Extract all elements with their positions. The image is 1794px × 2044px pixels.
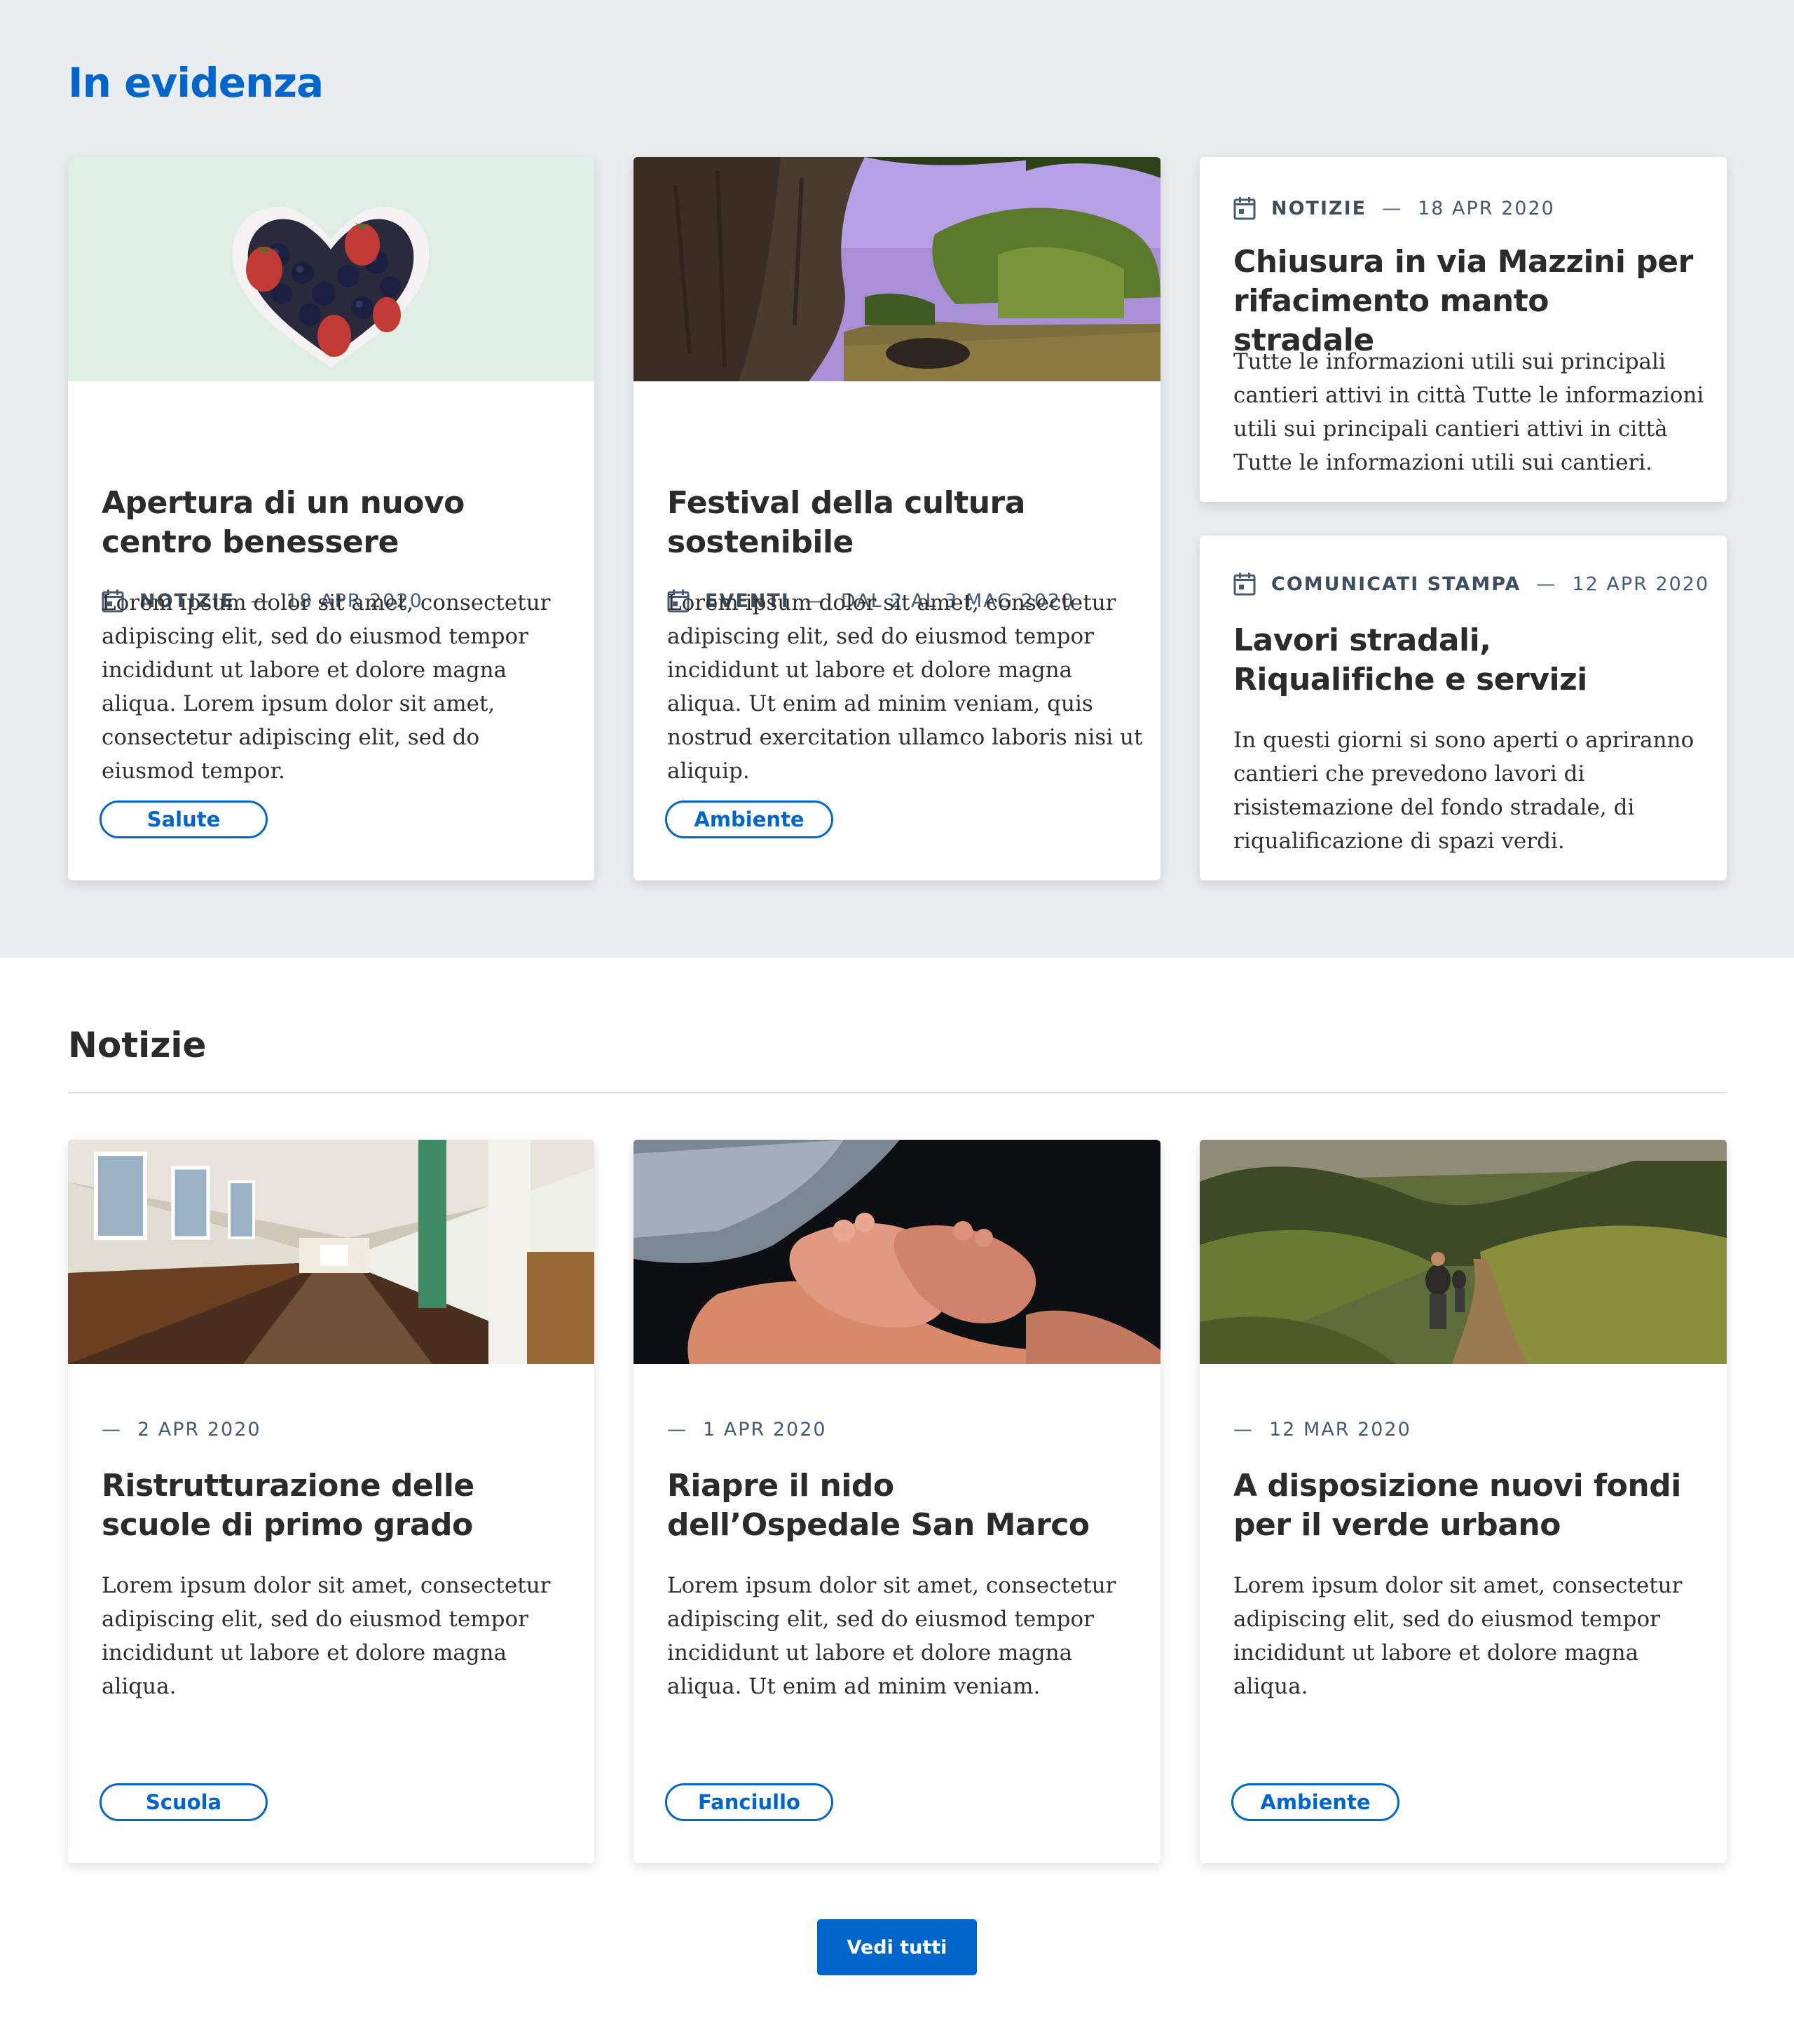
featured-section: In evidenza NOTIZIE — 18 APR 2020 Apertu…: [0, 0, 1794, 958]
card-image-berries: [68, 157, 594, 381]
meta-separator: —: [1536, 573, 1557, 595]
card-image-tree: [634, 157, 1160, 381]
card-text: Lorem ipsum dolor sit amet, consectetur …: [1233, 1573, 1683, 1699]
card-category[interactable]: NOTIZIE: [1271, 198, 1367, 219]
card-date: 12 APR 2020: [1572, 573, 1710, 595]
card-text: Lorem ipsum dolor sit amet, consectetur …: [102, 1573, 551, 1699]
card-meta: — 12 MAR 2020: [1233, 1419, 1411, 1440]
card-title[interactable]: Ristrutturazione delle scuole di primo g…: [102, 1466, 564, 1545]
calendar-icon: [1233, 573, 1256, 596]
card-image-school-corridor: [68, 1140, 594, 1364]
news-section-title: Notizie: [68, 1025, 207, 1065]
card-date: 18 APR 2020: [1418, 197, 1555, 219]
tag-chip-fanciullo[interactable]: Fanciullo: [665, 1783, 833, 1821]
card-title[interactable]: Festival della cultura sostenibile: [667, 484, 1130, 562]
card-title[interactable]: Apertura di un nuovo centro benessere: [102, 484, 564, 562]
card-meta: — 2 APR 2020: [102, 1419, 261, 1440]
news-card-green-funds[interactable]: — 12 MAR 2020 A disposizione nuovi fondi…: [1200, 1140, 1727, 1863]
card-text: Lorem ipsum dolor sit amet, consectetur …: [667, 1573, 1116, 1699]
calendar-icon: [1233, 197, 1256, 220]
card-image-hikers: [1200, 1140, 1727, 1364]
card-title[interactable]: Chiusura in via Mazzini per rifacimento …: [1233, 243, 1696, 360]
card-date: 1 APR 2020: [703, 1419, 827, 1440]
meta-separator: —: [1233, 1419, 1254, 1440]
meta-separator: —: [102, 1419, 122, 1440]
news-card-schools[interactable]: — 2 APR 2020 Ristrutturazione delle scuo…: [68, 1140, 594, 1863]
card-title[interactable]: A disposizione nuovi fondi per il verde …: [1233, 1466, 1696, 1545]
featured-card-road-works[interactable]: COMUNICATI STAMPA — 12 APR 2020 Lavori s…: [1200, 536, 1727, 880]
featured-card-wellness[interactable]: NOTIZIE — 18 APR 2020 Apertura di un nuo…: [68, 157, 594, 880]
card-meta: — 1 APR 2020: [667, 1419, 827, 1440]
meta-separator: —: [667, 1419, 687, 1440]
featured-card-festival[interactable]: EVENTI — DAL 2 AL 3 MAG 2020 Festival de…: [634, 157, 1160, 880]
view-all-button[interactable]: Vedi tutti: [817, 1919, 977, 1975]
card-date: 12 MAR 2020: [1269, 1419, 1411, 1440]
card-title[interactable]: Riapre il nido dell’Ospedale San Marco: [667, 1466, 1130, 1545]
card-meta: NOTIZIE — 18 APR 2020: [1233, 196, 1555, 220]
featured-card-road-closure[interactable]: NOTIZIE — 18 APR 2020 Chiusura in via Ma…: [1200, 157, 1727, 502]
card-meta: COMUNICATI STAMPA — 12 APR 2020: [1233, 572, 1709, 596]
section-divider: [68, 1092, 1727, 1093]
news-card-nursery[interactable]: — 1 APR 2020 Riapre il nido dell’Ospedal…: [634, 1140, 1160, 1863]
featured-section-title: In evidenza: [68, 59, 324, 107]
tag-chip-ambiente[interactable]: Ambiente: [665, 800, 833, 838]
card-text: Tutte le informazioni utili sui principa…: [1233, 349, 1704, 475]
card-title[interactable]: Lavori stradali, Riqualifiche e servizi: [1233, 621, 1696, 700]
card-image-baby-feet: [634, 1140, 1160, 1364]
tag-chip-scuola[interactable]: Scuola: [100, 1783, 268, 1821]
meta-separator: —: [1382, 197, 1403, 219]
card-date: 2 APR 2020: [137, 1419, 261, 1440]
card-text: Lorem ipsum dolor sit amet, consectetur …: [102, 590, 551, 784]
tag-chip-ambiente[interactable]: Ambiente: [1231, 1783, 1399, 1821]
card-text: In questi giorni si sono aperti o aprira…: [1233, 728, 1694, 854]
card-text: Lorem ipsum dolor sit amet, consectetur …: [667, 590, 1143, 784]
card-category[interactable]: COMUNICATI STAMPA: [1271, 573, 1521, 595]
tag-chip-salute[interactable]: Salute: [100, 800, 268, 838]
